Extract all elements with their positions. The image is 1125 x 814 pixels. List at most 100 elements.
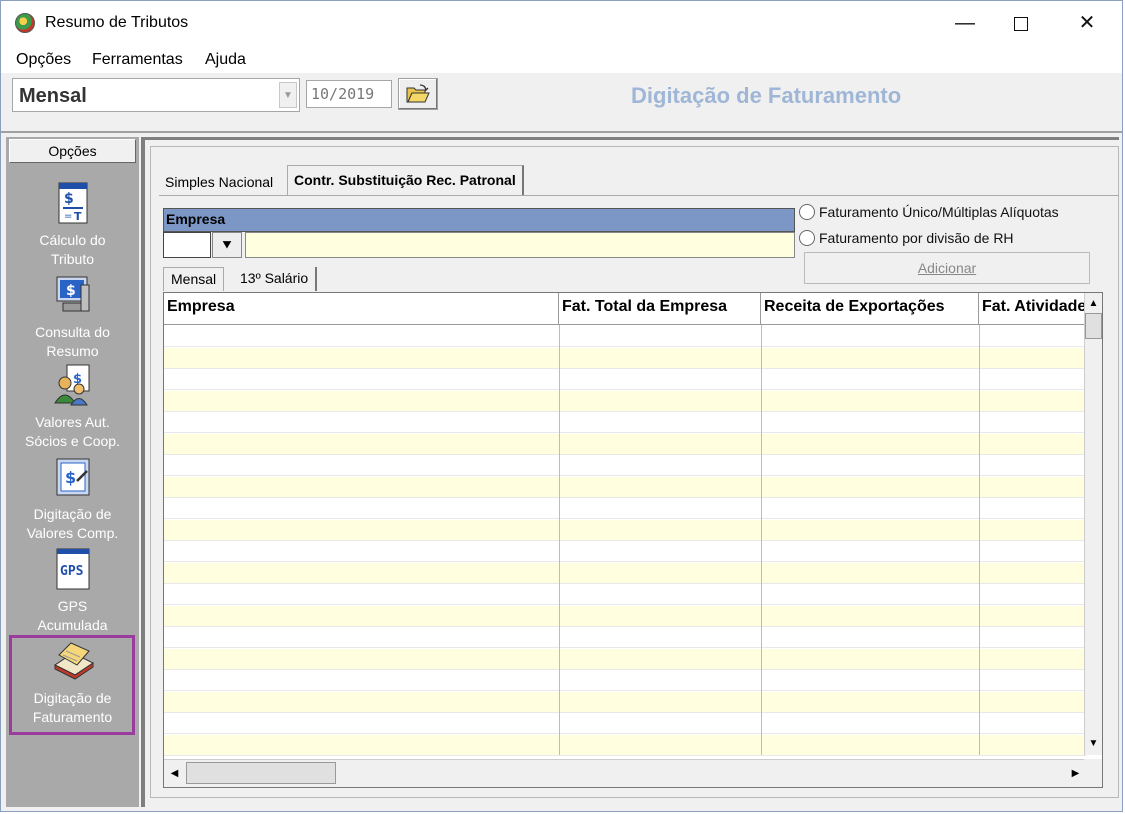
selected-item-highlight: [9, 635, 135, 735]
period-value: Mensal: [19, 85, 87, 107]
maximize-button[interactable]: [998, 7, 1044, 39]
radio-faturamento-unico[interactable]: Faturamento Único/Múltiplas Alíquotas: [799, 204, 1059, 220]
svg-text:GPS: GPS: [60, 564, 84, 579]
tab-panel: Empresa ⯆ Faturamento Único/Múltiplas Al…: [159, 195, 1119, 795]
sidebar-item-label: Tributo: [50, 251, 95, 267]
menu-bar: Opções Ferramentas Ajuda: [1, 45, 1122, 73]
radio-faturamento-divisao[interactable]: Faturamento por divisão de RH: [799, 230, 1014, 246]
empresa-lookup-button[interactable]: ⯆: [212, 232, 242, 258]
table-row[interactable]: [164, 691, 1086, 713]
vertical-scroll-thumb[interactable]: [1085, 313, 1102, 339]
calculation-icon: $ = T: [58, 182, 87, 224]
sidebar-item-label: Resumo: [46, 343, 99, 359]
table-row[interactable]: [164, 412, 1086, 433]
table-row[interactable]: [164, 369, 1086, 390]
money-edit-icon: $: [56, 458, 89, 496]
empresa-name-input[interactable]: [245, 232, 795, 258]
column-header-fat-atividades[interactable]: Fat. Atividades: [979, 293, 1086, 325]
sidebar-item-label: Consulta do: [35, 324, 110, 340]
sidebar-item-label: Cálculo do: [39, 232, 106, 248]
scroll-corner: [1084, 759, 1102, 787]
table-row[interactable]: [164, 476, 1086, 498]
sidebar-item-label: Sócios e Coop.: [25, 433, 120, 449]
empresa-label: Empresa: [163, 208, 795, 232]
close-button[interactable]: ✕: [1064, 7, 1110, 39]
table-row[interactable]: [164, 734, 1086, 756]
computer-money-icon: $: [56, 276, 89, 312]
scroll-right-icon[interactable]: ▶: [1067, 765, 1084, 783]
svg-text:=: =: [64, 211, 72, 222]
maximize-icon: [1014, 16, 1028, 31]
grid-header: Empresa Fat. Total da Empresa Receita de…: [164, 293, 1086, 325]
scroll-down-icon[interactable]: ▼: [1085, 735, 1102, 753]
sidebar: Opções $ = T Cálculo do Tributo $ Consul…: [6, 137, 139, 807]
column-header-fat-total[interactable]: Fat. Total da Empresa: [559, 293, 761, 325]
title-bar: Resumo de Tributos — ✕: [1, 1, 1122, 45]
open-folder-button[interactable]: [398, 78, 438, 110]
horizontal-scrollbar[interactable]: ◀ ▶: [164, 759, 1086, 787]
column-divider: [979, 325, 980, 755]
table-row[interactable]: [164, 562, 1086, 584]
open-folder-icon: [406, 84, 430, 103]
table-row[interactable]: [164, 326, 1086, 347]
table-row[interactable]: [164, 433, 1086, 455]
sidebar-item-valores-comp[interactable]: $ Digitação de Valores Comp.: [6, 455, 139, 543]
radio-label: Faturamento Único/Múltiplas Alíquotas: [819, 204, 1059, 220]
minimize-button[interactable]: —: [942, 7, 988, 39]
tab-contr-substituicao[interactable]: Contr. Substituição Rec. Patronal: [287, 165, 524, 195]
table-row[interactable]: [164, 541, 1086, 562]
column-divider: [761, 325, 762, 755]
sidebar-item-label: Valores Comp.: [26, 525, 119, 541]
main-content: Simples Nacional Contr. Substituição Rec…: [150, 146, 1119, 798]
svg-text:$: $: [66, 283, 76, 299]
vertical-scrollbar[interactable]: ▲ ▼: [1084, 293, 1102, 755]
radio-circle-icon[interactable]: [799, 230, 815, 246]
subtab-13-salario[interactable]: 13º Salário: [233, 267, 318, 291]
menu-opcoes[interactable]: Opções: [16, 51, 71, 69]
toolbar: Mensal ▼ 10/2019 Digitação de Faturament…: [1, 73, 1122, 133]
partners-money-icon: $: [53, 364, 89, 406]
table-row[interactable]: [164, 648, 1086, 670]
subtab-mensal[interactable]: Mensal: [163, 267, 225, 291]
sidebar-item-gps[interactable]: GPS GPS Acumulada: [6, 547, 139, 635]
table-row[interactable]: [164, 519, 1086, 541]
app-logo-icon: [15, 13, 35, 33]
column-header-empresa[interactable]: Empresa: [164, 293, 559, 325]
add-button[interactable]: Adicionar: [804, 252, 1090, 284]
empresa-code-input[interactable]: [163, 232, 211, 258]
table-row[interactable]: [164, 713, 1086, 734]
radio-label: Faturamento por divisão de RH: [819, 230, 1014, 246]
competence-date-field[interactable]: 10/2019: [306, 80, 392, 108]
sidebar-item-valores-aut[interactable]: $ Valores Aut. Sócios e Coop.: [6, 363, 139, 451]
screen-title: Digitação de Faturamento: [631, 83, 902, 108]
app-window: Resumo de Tributos — ✕ Opções Ferramenta…: [0, 0, 1123, 812]
svg-text:$: $: [65, 468, 76, 487]
table-row[interactable]: [164, 584, 1086, 605]
table-row[interactable]: [164, 498, 1086, 519]
arrow-down-icon: ⯆: [221, 237, 233, 253]
table-row[interactable]: [164, 390, 1086, 412]
main-panel: Simples Nacional Contr. Substituição Rec…: [141, 137, 1119, 807]
scroll-left-icon[interactable]: ◀: [166, 765, 183, 783]
table-row[interactable]: [164, 347, 1086, 369]
tab-simples-nacional[interactable]: Simples Nacional: [159, 169, 279, 195]
menu-ferramentas[interactable]: Ferramentas: [92, 51, 183, 69]
column-header-receita-exportacoes[interactable]: Receita de Exportações: [761, 293, 979, 325]
period-select[interactable]: Mensal ▼: [12, 78, 300, 112]
menu-ajuda[interactable]: Ajuda: [205, 51, 246, 69]
chevron-down-icon[interactable]: ▼: [279, 82, 297, 108]
table-row[interactable]: [164, 605, 1086, 627]
horizontal-scroll-thumb[interactable]: [186, 762, 336, 784]
table-row[interactable]: [164, 455, 1086, 476]
svg-text:$: $: [64, 191, 74, 207]
table-row[interactable]: [164, 670, 1086, 691]
radio-circle-icon[interactable]: [799, 204, 815, 220]
billing-grid[interactable]: Empresa Fat. Total da Empresa Receita de…: [163, 292, 1103, 788]
scroll-up-icon[interactable]: ▲: [1085, 295, 1102, 313]
window-title: Resumo de Tributos: [45, 14, 189, 31]
svg-text:T: T: [74, 210, 82, 223]
sidebar-item-label: Digitação de: [33, 506, 112, 522]
table-row[interactable]: [164, 627, 1086, 648]
sidebar-item-calculo[interactable]: $ = T Cálculo do Tributo: [6, 181, 139, 269]
sidebar-item-consulta[interactable]: $ Consulta do Resumo: [6, 273, 139, 361]
